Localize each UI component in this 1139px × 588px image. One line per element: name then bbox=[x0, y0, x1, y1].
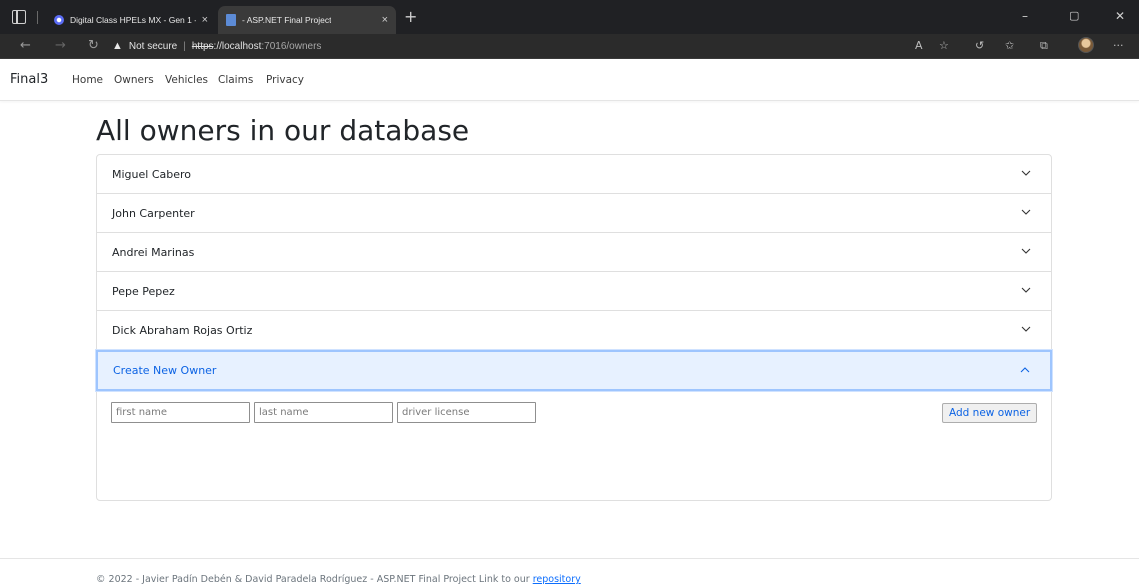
tab-favicon-icon bbox=[226, 14, 236, 26]
create-owner-label: Create New Owner bbox=[113, 364, 217, 377]
restore-icon[interactable]: ▢ bbox=[1069, 9, 1079, 22]
url-protocol: https bbox=[191, 40, 214, 52]
chevron-down-icon bbox=[1021, 248, 1031, 254]
read-aloud-icon[interactable]: A bbox=[915, 38, 923, 54]
footer: © 2022 - Javier Padín Debén & David Para… bbox=[96, 574, 581, 585]
owner-name: John Carpenter bbox=[112, 206, 195, 220]
url-host: ://localhost bbox=[213, 40, 262, 52]
browser-tab-digital-class[interactable]: Digital Class HPELs MX - Gen 1 - × bbox=[46, 6, 216, 34]
chevron-down-icon bbox=[1021, 209, 1031, 215]
owner-name: Andrei Marinas bbox=[112, 245, 195, 259]
refresh-extension-icon[interactable]: ↺ bbox=[975, 38, 984, 54]
nav-home[interactable]: Home bbox=[72, 74, 103, 86]
footer-divider bbox=[0, 558, 1139, 559]
tab-actions-icon[interactable] bbox=[12, 10, 26, 24]
owner-name: Pepe Pepez bbox=[112, 284, 175, 298]
create-owner-header[interactable]: Create New Owner bbox=[96, 350, 1052, 391]
first-name-input[interactable] bbox=[111, 402, 250, 423]
owner-item[interactable]: John Carpenter bbox=[97, 194, 1051, 233]
url-separator: | bbox=[183, 40, 186, 52]
add-owner-button[interactable]: Add new owner bbox=[942, 403, 1038, 423]
favorites-icon[interactable]: ✩ bbox=[1005, 38, 1014, 54]
chevron-down-icon bbox=[1021, 170, 1031, 176]
close-tab-icon[interactable]: × bbox=[202, 14, 208, 26]
last-name-input[interactable] bbox=[254, 402, 393, 423]
security-label: Not secure bbox=[128, 40, 178, 52]
url-field[interactable]: ▲ Not secure | https://localhost:7016/ow… bbox=[112, 37, 321, 55]
separator bbox=[37, 11, 38, 24]
repository-link[interactable]: repository bbox=[533, 574, 581, 585]
profile-avatar[interactable] bbox=[1078, 37, 1094, 53]
tab-title: - ASP.NET Final Project bbox=[242, 15, 332, 25]
page-title: All owners in our database bbox=[96, 114, 470, 147]
back-icon[interactable]: ← bbox=[20, 38, 31, 54]
create-owner-form bbox=[111, 402, 536, 423]
browser-tab-aspnet[interactable]: - ASP.NET Final Project × bbox=[218, 6, 396, 34]
owner-item[interactable]: Andrei Marinas bbox=[97, 233, 1051, 272]
collections-icon[interactable]: ⧉ bbox=[1040, 38, 1048, 54]
close-window-icon[interactable]: ✕ bbox=[1115, 9, 1125, 23]
nav-vehicles[interactable]: Vehicles bbox=[165, 74, 208, 86]
url-path: :7016/owners bbox=[261, 40, 322, 52]
owner-item[interactable]: Miguel Cabero bbox=[97, 155, 1051, 194]
nav-owners[interactable]: Owners bbox=[114, 74, 154, 86]
minimize-icon[interactable]: – bbox=[1022, 9, 1028, 23]
new-tab-icon[interactable]: + bbox=[404, 9, 417, 25]
owners-accordion: Miguel Cabero John Carpenter Andrei Mari… bbox=[96, 154, 1052, 501]
chevron-down-icon bbox=[1021, 287, 1031, 293]
browser-title-bar: Digital Class HPELs MX - Gen 1 - × - ASP… bbox=[0, 0, 1139, 34]
close-tab-icon[interactable]: × bbox=[382, 14, 388, 26]
more-options-icon[interactable]: ··· bbox=[1113, 38, 1124, 54]
owner-item[interactable]: Pepe Pepez bbox=[97, 272, 1051, 311]
owner-item[interactable]: Dick Abraham Rojas Ortiz bbox=[97, 311, 1051, 350]
footer-text: © 2022 - Javier Padín Debén & David Para… bbox=[96, 574, 530, 585]
chevron-down-icon bbox=[1021, 326, 1031, 332]
tab-title: Digital Class HPELs MX - Gen 1 - bbox=[70, 15, 196, 25]
owner-name: Miguel Cabero bbox=[112, 167, 192, 181]
forward-icon[interactable]: → bbox=[55, 38, 66, 54]
chevron-up-icon bbox=[1020, 367, 1030, 373]
nav-privacy[interactable]: Privacy bbox=[266, 74, 304, 86]
nav-claims[interactable]: Claims bbox=[218, 74, 253, 86]
refresh-icon[interactable]: ↻ bbox=[88, 38, 99, 54]
favorite-icon[interactable]: ☆ bbox=[939, 38, 949, 54]
tab-favicon-icon bbox=[54, 15, 64, 25]
owner-name: Dick Abraham Rojas Ortiz bbox=[112, 323, 253, 337]
driver-license-input[interactable] bbox=[397, 402, 536, 423]
warning-icon: ▲ bbox=[112, 40, 123, 52]
site-brand[interactable]: Final3 bbox=[10, 72, 48, 87]
